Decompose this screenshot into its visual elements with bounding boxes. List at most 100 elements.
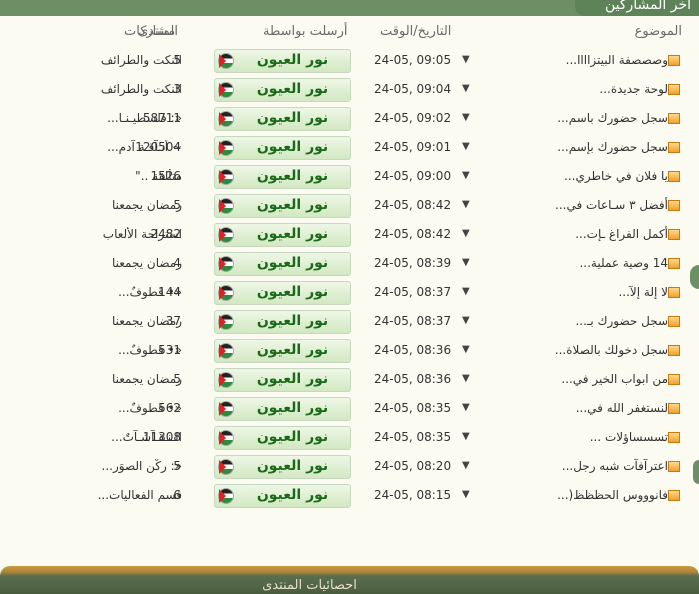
- triangle-down-icon[interactable]: ▼: [462, 315, 470, 326]
- triangle-down-icon[interactable]: ▼: [462, 141, 470, 152]
- table-row: رمضان يجمعنا 4 نور العيون 24-05, 08:39 ▼ 14 و…: [0, 249, 688, 278]
- topic-folder-icon: [668, 258, 680, 269]
- user-badge[interactable]: نور العيون: [214, 455, 351, 479]
- flag-icon: [218, 227, 234, 243]
- posts-count: 562: [158, 401, 181, 415]
- username: نور العيون: [256, 197, 329, 213]
- forum-stats-bar[interactable]: احصائيات المنتدى: [0, 566, 699, 594]
- user-badge[interactable]: نور العيون: [214, 484, 351, 508]
- topic-folder-icon: [668, 84, 680, 95]
- topic-link[interactable]: أفضل ٣ سـاعات في...: [555, 198, 668, 212]
- user-badge[interactable]: نور العيون: [214, 78, 351, 102]
- flag-icon: [218, 53, 234, 69]
- user-badge[interactable]: نور العيون: [214, 223, 351, 247]
- topic-folder-icon: [668, 461, 680, 472]
- triangle-down-icon[interactable]: ▼: [462, 373, 470, 384]
- topic-folder-icon: [668, 490, 680, 501]
- user-badge[interactable]: نور العيون: [214, 397, 351, 421]
- triangle-down-icon[interactable]: ▼: [462, 286, 470, 297]
- triangle-down-icon[interactable]: ▼: [462, 460, 470, 471]
- topic-link[interactable]: وصصصفة البيتزاااا...: [566, 53, 668, 67]
- posts-count: 3: [173, 82, 181, 96]
- user-badge[interactable]: نور العيون: [214, 339, 351, 363]
- table-row: رمضان يجمعنا 37 نور العيون 24-05, 08:37 ▼ سجل…: [0, 307, 688, 336]
- topic-link[interactable]: اعترآفآت شبه رجل...: [562, 459, 668, 473]
- table-row: رمضان يجمعنا 5 نور العيون 24-05, 08:36 ▼ من ا…: [0, 365, 688, 394]
- user-badge[interactable]: نور العيون: [214, 310, 351, 334]
- topic-link[interactable]: سجل دخولك بالصلاة...: [555, 343, 668, 357]
- triangle-down-icon[interactable]: ▼: [462, 170, 470, 181]
- triangle-down-icon[interactable]: ▼: [462, 431, 470, 442]
- posts-count: 4: [173, 256, 181, 270]
- triangle-down-icon[interactable]: ▼: [462, 402, 470, 413]
- table-row: ~ أنـآقـة آدم... 120504 نور العيون 24-05, 0…: [0, 133, 688, 162]
- table-row: النكت والطرائف 3 نور العيون 24-05, 09:04 ▼ لو…: [0, 75, 688, 104]
- topic-folder-icon: [668, 171, 680, 182]
- user-badge[interactable]: نور العيون: [214, 49, 351, 73]
- table-row: النكت والطرائف 5 نور العيون 24-05, 09:05 ▼ وص…: [0, 46, 688, 75]
- user-badge[interactable]: نور العيون: [214, 252, 351, 276]
- topic-link[interactable]: لنستغفر الله في...: [576, 401, 668, 415]
- flag-icon: [218, 285, 234, 301]
- flag-icon: [218, 256, 234, 272]
- username: نور العيون: [256, 139, 329, 155]
- username: نور العيون: [256, 313, 329, 329]
- username: نور العيون: [256, 487, 329, 503]
- post-datetime: 24-05, 09:04: [374, 82, 452, 96]
- username: نور العيون: [256, 110, 329, 126]
- topic-link[interactable]: لوحة جديدة...: [599, 82, 668, 96]
- triangle-down-icon[interactable]: ▼: [462, 199, 470, 210]
- section-title: آخر المشاركين: [575, 0, 699, 16]
- username: نور العيون: [256, 284, 329, 300]
- topic-folder-icon: [668, 374, 680, 385]
- post-datetime: 24-05, 08:42: [374, 227, 452, 241]
- side-decoration: [693, 460, 699, 484]
- flag-icon: [218, 140, 234, 156]
- table-row: «: فلسطيـنـا... 58711 نور العيون 24-05, 09:…: [0, 104, 688, 133]
- topic-link[interactable]: لا إلة إلآ...: [618, 285, 668, 299]
- username: نور العيون: [256, 52, 329, 68]
- topic-folder-icon: [668, 432, 680, 443]
- username: نور العيون: [256, 342, 329, 358]
- topic-link[interactable]: يا فلان في خاطري...: [564, 169, 668, 183]
- section-header-bar: آخر المشاركين: [0, 0, 699, 16]
- topic-link[interactable]: أكمل الفراغ ـإت...: [575, 227, 668, 241]
- flag-icon: [218, 459, 234, 475]
- triangle-down-icon[interactable]: ▼: [462, 83, 470, 94]
- flag-icon: [218, 314, 234, 330]
- user-badge[interactable]: نور العيون: [214, 194, 351, 218]
- topic-folder-icon: [668, 229, 680, 240]
- user-badge[interactable]: نور العيون: [214, 368, 351, 392]
- topic-link[interactable]: سجل حضورك باسم...: [557, 111, 668, 125]
- topic-link[interactable]: فانوووس الحظظظ(...: [557, 488, 668, 502]
- post-datetime: 24-05, 08:35: [374, 430, 452, 444]
- post-datetime: 24-05, 08:15: [374, 488, 452, 502]
- posts-count: 1526: [150, 169, 181, 183]
- forum-stats-title: احصائيات المنتدى: [262, 578, 357, 593]
- posts-count: 6: [173, 488, 181, 502]
- user-badge[interactable]: نور العيون: [214, 136, 351, 160]
- user-badge[interactable]: نور العيون: [214, 426, 351, 450]
- triangle-down-icon[interactable]: ▼: [462, 344, 470, 355]
- topic-link[interactable]: من ابواب الخير في...: [561, 372, 668, 386]
- user-badge[interactable]: نور العيون: [214, 281, 351, 305]
- user-badge[interactable]: نور العيون: [214, 165, 351, 189]
- topic-link[interactable]: تسسساؤلات ...: [590, 430, 668, 444]
- topic-folder-icon: [668, 113, 680, 124]
- triangle-down-icon[interactable]: ▼: [462, 54, 470, 65]
- topic-link[interactable]: سجل حضورك بـ...: [575, 314, 668, 328]
- triangle-down-icon[interactable]: ▼: [462, 228, 470, 239]
- topic-link[interactable]: 14 وصية عملية...: [579, 256, 668, 270]
- post-datetime: 24-05, 08:37: [374, 314, 452, 328]
- username: نور العيون: [256, 371, 329, 387]
- table-row: متألقة .." 1526 نور العيون 24-05, 09:00 ▼ يا …: [0, 162, 688, 191]
- flag-icon: [218, 343, 234, 359]
- triangle-down-icon[interactable]: ▼: [462, 257, 470, 268]
- posts-count: 144: [158, 285, 181, 299]
- triangle-down-icon[interactable]: ▼: [462, 489, 470, 500]
- triangle-down-icon[interactable]: ▼: [462, 112, 470, 123]
- post-datetime: 24-05, 09:01: [374, 140, 452, 154]
- topic-link[interactable]: سجل حضورك بإسم...: [557, 140, 668, 154]
- user-badge[interactable]: نور العيون: [214, 107, 351, 131]
- post-datetime: 24-05, 08:37: [374, 285, 452, 299]
